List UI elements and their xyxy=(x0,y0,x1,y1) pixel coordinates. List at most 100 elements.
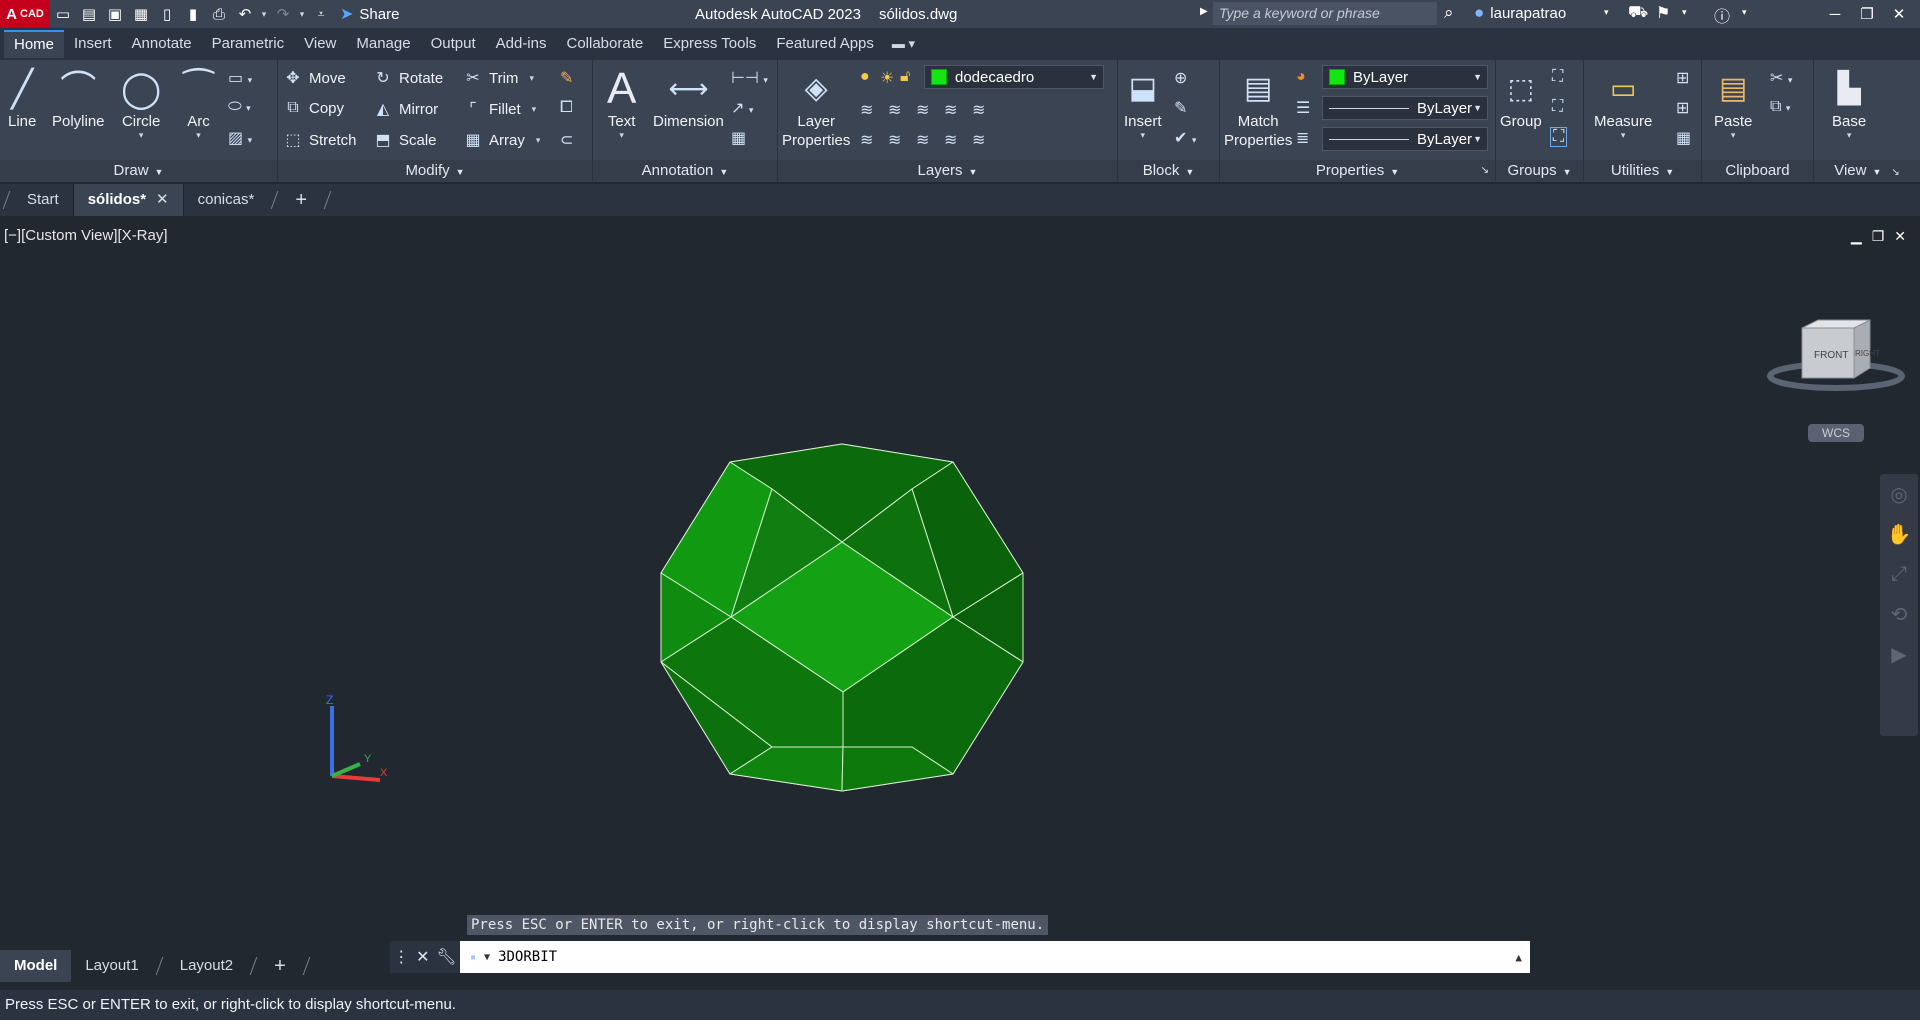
customize-icon[interactable]: 🔧︎ xyxy=(436,947,456,967)
ribbon-display-toggle-icon[interactable]: ▬ ▾ xyxy=(892,36,915,52)
ellipse-icon[interactable]: ⬭ ▾ xyxy=(228,98,251,116)
groups-panel-title[interactable]: Groups ▼ xyxy=(1496,160,1583,182)
steering-wheel-icon[interactable]: ◎ xyxy=(1880,474,1918,514)
scale-button[interactable]: ⬒ Scale xyxy=(374,130,436,150)
user-dropdown-icon[interactable]: ▾ xyxy=(1604,7,1609,18)
undo-icon[interactable]: ↶ xyxy=(232,0,258,28)
text-button[interactable]: A Text ▾ xyxy=(607,64,636,140)
viewcube[interactable]: FRONT RIGHT xyxy=(1766,298,1906,398)
save-web-icon[interactable]: ▮ xyxy=(180,0,206,28)
line-button[interactable]: ╱ Line xyxy=(8,64,36,131)
move-button[interactable]: ✥ Move xyxy=(284,68,345,88)
array-button[interactable]: ▦ Array ▾ xyxy=(464,130,540,150)
trim-button[interactable]: ✂ Trim ▾ xyxy=(464,68,534,88)
tab-output[interactable]: Output xyxy=(421,30,486,58)
properties-launcher-icon[interactable]: ↘ xyxy=(1481,160,1489,182)
view-launcher-icon[interactable]: ↘ xyxy=(1891,167,1899,178)
wcs-menu[interactable]: WCS xyxy=(1808,424,1864,442)
block-panel-title[interactable]: Block ▼ xyxy=(1118,160,1219,182)
array-dropdown-icon[interactable]: ▾ xyxy=(536,135,541,146)
open-web-icon[interactable]: ▯ xyxy=(154,0,180,28)
measure-dropdown-icon[interactable]: ▾ xyxy=(1621,131,1626,140)
fillet-button[interactable]: ⌜ Fillet ▾ xyxy=(464,99,536,119)
group-edit-icon[interactable]: ⛶ xyxy=(1552,98,1563,116)
close-icon[interactable]: ✕ xyxy=(1886,0,1912,28)
linetype-dropdown[interactable]: ByLayer ▼ xyxy=(1322,96,1488,120)
new-tab-button[interactable]: + xyxy=(281,184,321,216)
layout-tab-layout2[interactable]: Layout2 xyxy=(166,950,247,982)
base-dropdown-icon[interactable]: ▾ xyxy=(1847,131,1852,140)
pan-icon[interactable]: ✋ xyxy=(1880,514,1918,554)
layer-thaw-icon[interactable]: ☀ xyxy=(880,68,894,88)
mirror-button[interactable]: ◭ Mirror xyxy=(374,99,438,119)
color-dropdown[interactable]: ByLayer ▼ xyxy=(1322,65,1488,89)
restore-icon[interactable]: ❐ xyxy=(1854,0,1880,28)
save-icon[interactable]: ▣ xyxy=(102,0,128,28)
text-dropdown-icon[interactable]: ▾ xyxy=(619,131,624,140)
tab-collaborate[interactable]: Collaborate xyxy=(556,30,653,58)
lineweight-dropdown[interactable]: ByLayer ▼ xyxy=(1322,127,1488,151)
layer-tool-9-icon[interactable]: ≋ xyxy=(944,130,957,150)
table-icon[interactable]: ▦ xyxy=(731,128,746,148)
insert-dropdown-icon[interactable]: ▾ xyxy=(1140,131,1145,140)
draw-panel-title[interactable]: Draw ▼ xyxy=(0,160,277,182)
select-all-icon[interactable]: ⊞ xyxy=(1676,98,1689,118)
annotation-panel-title[interactable]: Annotation ▼ xyxy=(593,160,777,182)
layers-panel-title[interactable]: Layers ▼ xyxy=(778,160,1117,182)
create-block-icon[interactable]: ⊕ xyxy=(1174,68,1187,88)
minimize-icon[interactable]: ─ xyxy=(1822,0,1848,28)
app-menu-button[interactable]: A CAD xyxy=(0,0,50,28)
plot-icon[interactable]: ⎙ xyxy=(206,0,232,28)
dimension-button[interactable]: ⟷ Dimension xyxy=(653,64,724,131)
new-layout-button[interactable]: + xyxy=(260,950,300,982)
properties-panel-title[interactable]: Properties ▼ ↘ xyxy=(1220,160,1495,182)
layout-tab-model[interactable]: Model xyxy=(0,950,72,982)
copy-clip-icon[interactable]: ⧉ ▾ xyxy=(1770,98,1790,116)
tab-insert[interactable]: Insert xyxy=(64,30,122,58)
view-panel-title[interactable]: View ▼ ↘ xyxy=(1814,160,1920,182)
block-attributes-icon[interactable]: ✔ ▾ xyxy=(1174,128,1196,148)
circle-dropdown-icon[interactable]: ▾ xyxy=(139,131,144,140)
tab-annotate[interactable]: Annotate xyxy=(122,30,202,58)
layer-properties-button[interactable]: ◈ Layer Properties xyxy=(782,64,850,150)
rotate-button[interactable]: ↻ Rotate xyxy=(374,68,443,88)
layer-on-icon[interactable]: ● xyxy=(860,68,870,86)
close-tab-icon[interactable]: ✕ xyxy=(156,184,169,216)
showmotion-icon[interactable]: ▶ xyxy=(1880,634,1918,674)
share-button[interactable]: ➤ Share xyxy=(340,4,399,24)
tab-manage[interactable]: Manage xyxy=(346,30,420,58)
layer-tool-6-icon[interactable]: ≋ xyxy=(860,130,873,150)
match-properties-button[interactable]: ▤ Match Properties xyxy=(1224,64,1292,150)
layer-tool-2-icon[interactable]: ≋ xyxy=(888,100,901,120)
hatch-icon[interactable]: ▨ ▾ xyxy=(228,128,252,148)
layer-tool-1-icon[interactable]: ≋ xyxy=(860,100,873,120)
cut-icon[interactable]: ✂ ▾ xyxy=(1770,68,1792,88)
erase-icon[interactable]: ✎ xyxy=(560,68,573,88)
base-button[interactable]: ▙ Base ▾ xyxy=(1832,64,1866,140)
dodecahedron-model[interactable] xyxy=(0,218,1920,944)
linear-dimension-icon[interactable]: ⊢⊣ ▾ xyxy=(731,68,768,88)
search-input[interactable]: Type a keyword or phrase xyxy=(1213,2,1437,25)
file-tab-conicas[interactable]: conicas* xyxy=(182,184,269,216)
tab-express-tools[interactable]: Express Tools xyxy=(653,30,766,58)
paste-dropdown-icon[interactable]: ▾ xyxy=(1731,131,1736,140)
file-tab-solidos[interactable]: sólidos* ✕ xyxy=(72,184,183,216)
layer-unlock-icon[interactable]: 🔓︎ xyxy=(900,68,910,86)
explode-icon[interactable]: ⧠ xyxy=(560,99,573,117)
insert-button[interactable]: ⬓ Insert ▾ xyxy=(1124,64,1162,140)
trim-dropdown-icon[interactable]: ▾ xyxy=(529,73,534,84)
recent-commands-icon[interactable]: ▼ xyxy=(484,952,490,963)
ungroup-icon[interactable]: ⛶ xyxy=(1552,68,1563,86)
group-select-icon[interactable]: ⛶ xyxy=(1550,127,1568,147)
copy-button[interactable]: ⧉ Copy xyxy=(284,99,344,117)
help-icon[interactable]: ⓘ xyxy=(1714,3,1730,27)
cart-icon[interactable]: ⛟ xyxy=(1628,3,1648,23)
user-menu[interactable]: ● laurapatrao xyxy=(1474,3,1566,23)
open-file-icon[interactable]: ▤ xyxy=(76,0,102,28)
offset-icon[interactable]: ⊂ xyxy=(560,130,573,150)
command-input[interactable]: ▪ ▼ 3DORBIT ▲ xyxy=(460,941,1530,973)
viewcube-right-label[interactable]: RIGHT xyxy=(1855,349,1880,358)
stretch-button[interactable]: ⬚ Stretch xyxy=(284,130,356,150)
layer-tool-5-icon[interactable]: ≋ xyxy=(972,100,985,120)
quick-select-icon[interactable]: ⊞ xyxy=(1676,68,1689,88)
